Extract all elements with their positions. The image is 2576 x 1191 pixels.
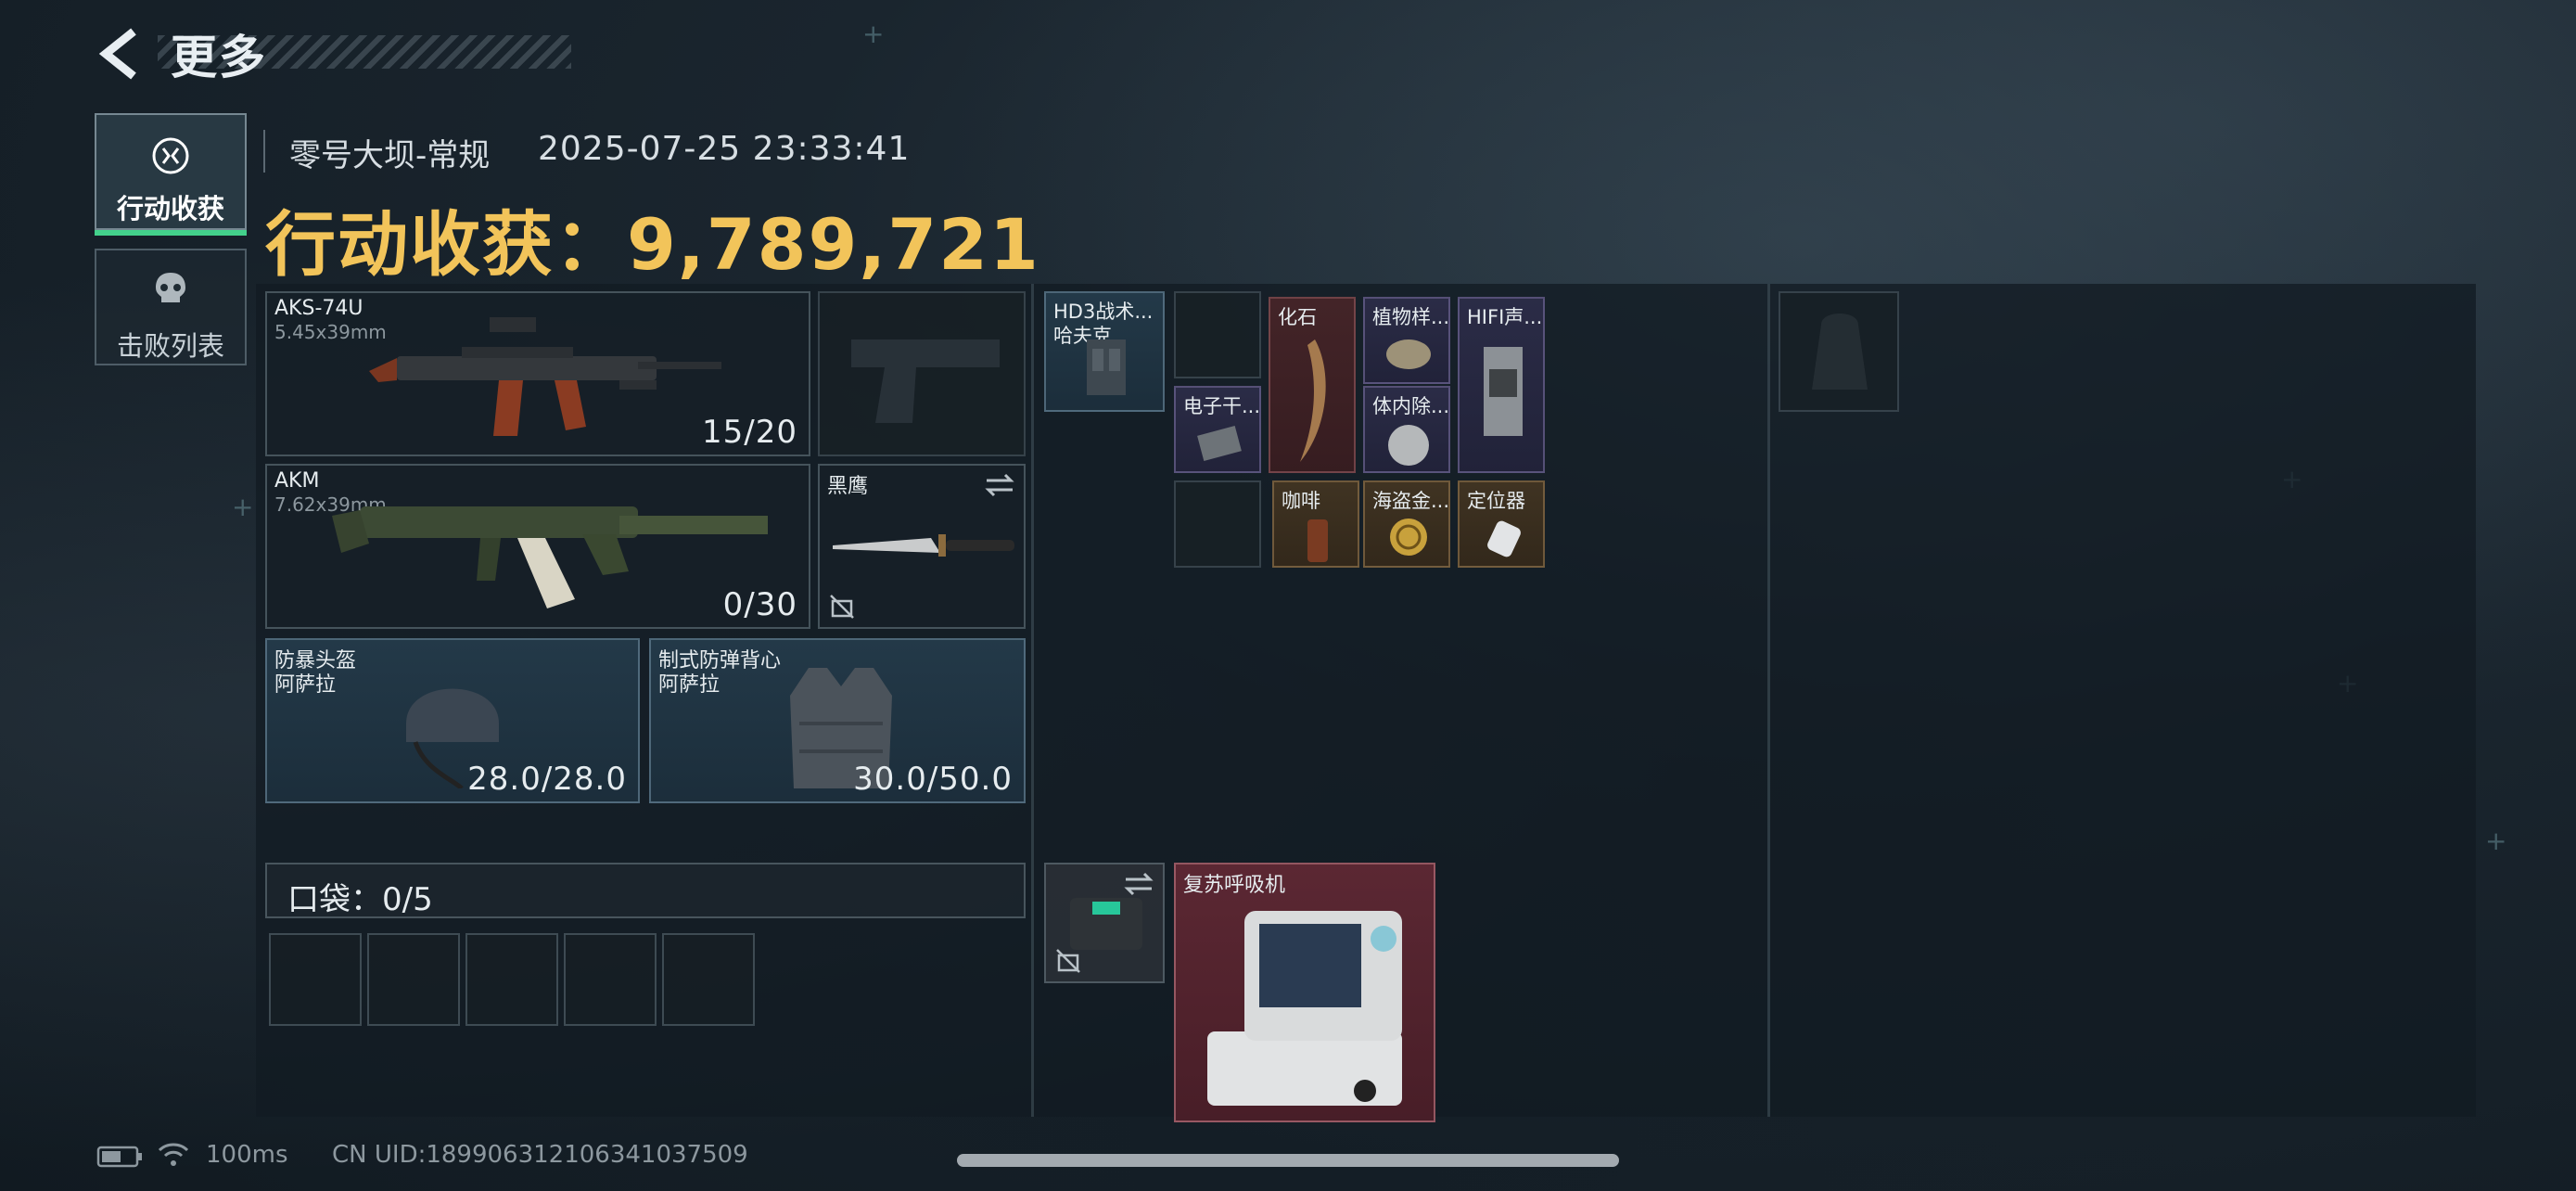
item-name: 定位器 bbox=[1467, 490, 1525, 512]
armor-durability: 28.0/28.0 bbox=[467, 761, 627, 798]
decor-plus: + bbox=[2485, 826, 2507, 856]
tab-active-indicator bbox=[95, 230, 247, 236]
skull-icon bbox=[156, 273, 185, 302]
no-swap-icon bbox=[1056, 949, 1080, 973]
item-name: HIFI声... bbox=[1467, 306, 1543, 328]
rifle-icon bbox=[332, 506, 768, 608]
item-slot[interactable]: 咖啡 bbox=[1272, 480, 1359, 568]
item-slot[interactable]: HIFI声... bbox=[1458, 297, 1545, 473]
chest-rig-slot[interactable]: HD3战术... 哈夫克 bbox=[1044, 291, 1165, 412]
chest-rig-icon bbox=[1087, 339, 1126, 395]
case-item-slot[interactable]: 复苏呼吸机 bbox=[1174, 863, 1435, 1122]
item-name: 咖啡 bbox=[1282, 490, 1320, 512]
item-name: 电子干... bbox=[1183, 395, 1261, 417]
item-slot[interactable]: 电子干... bbox=[1174, 386, 1261, 473]
armor-brand: 阿萨拉 bbox=[274, 673, 337, 697]
ventilator-icon bbox=[1207, 911, 1402, 1106]
pocket-slot[interactable] bbox=[269, 933, 362, 1026]
match-datetime: 2025-07-25 23:33:41 bbox=[538, 130, 911, 168]
ping-readout: 100ms bbox=[206, 1141, 288, 1169]
armor-durability: 30.0/50.0 bbox=[853, 761, 1013, 798]
pocket-header: 口袋：0/5 bbox=[265, 863, 1026, 918]
tab-loot[interactable]: 行动收获 bbox=[95, 113, 247, 236]
hifi-speaker-icon bbox=[1484, 347, 1523, 436]
vest-slot[interactable]: 制式防弹背心 阿萨拉 30.0/50.0 bbox=[649, 638, 1026, 803]
knife-icon bbox=[833, 534, 1014, 557]
item-slot[interactable]: 体内除... bbox=[1363, 386, 1450, 473]
weapon-slot-primary[interactable]: AKS-74U 5.45x39mm 15/20 bbox=[265, 291, 810, 456]
loot-total: 行动收获：9,789,721 bbox=[265, 203, 1040, 286]
info-divider bbox=[263, 130, 265, 173]
weapon-ammo: 0/30 bbox=[722, 586, 797, 623]
wifi-icon bbox=[158, 1143, 189, 1166]
rifle-icon bbox=[369, 317, 721, 436]
pistol-icon bbox=[851, 339, 1000, 423]
item-slot[interactable]: 定位器 bbox=[1458, 480, 1545, 568]
melee-slot[interactable]: 黑鹰 bbox=[818, 464, 1026, 629]
locator-icon bbox=[1487, 520, 1521, 557]
melee-name: 黑鹰 bbox=[827, 475, 869, 498]
pocket-slot[interactable] bbox=[465, 933, 558, 1026]
item-name: 体内除... bbox=[1372, 395, 1450, 417]
backpack-icon bbox=[1812, 314, 1868, 390]
helmet-slot[interactable]: 防暴头盔 阿萨拉 28.0/28.0 bbox=[265, 638, 640, 803]
item-slot[interactable]: 化石 bbox=[1269, 297, 1356, 473]
item-name: 海盗金... bbox=[1372, 490, 1450, 512]
item-name: 化石 bbox=[1278, 306, 1317, 328]
back-arrow-icon[interactable] bbox=[93, 26, 148, 82]
rig-empty-slot[interactable] bbox=[1174, 291, 1261, 378]
decor-plus: + bbox=[862, 19, 885, 49]
page-title: 更多 bbox=[171, 31, 267, 84]
weapon-slot-secondary[interactable]: AKM 7.62x39mm 0/30 bbox=[265, 464, 810, 629]
weapon-ammo: 15/20 bbox=[702, 414, 797, 451]
coffee-icon bbox=[1307, 519, 1328, 562]
user-uid: CN UID:189906312106341037509 bbox=[332, 1141, 748, 1169]
home-indicator[interactable] bbox=[957, 1154, 1619, 1167]
swap-icon[interactable] bbox=[983, 471, 1016, 499]
panel-separator bbox=[1031, 284, 1034, 1117]
item-name: 植物样... bbox=[1372, 306, 1450, 328]
fossil-icon bbox=[1300, 339, 1326, 462]
pocket-slot[interactable] bbox=[662, 933, 755, 1026]
item-slot[interactable]: 植物样... bbox=[1363, 297, 1450, 384]
pocket-label: 口袋：0/5 bbox=[287, 881, 433, 918]
pistol-slot[interactable] bbox=[818, 291, 1026, 456]
pirate-gold-icon bbox=[1390, 519, 1427, 556]
safe-case-slot[interactable] bbox=[1044, 863, 1165, 983]
backpack-slot[interactable] bbox=[1779, 291, 1899, 412]
weapon-name: AKS-74U bbox=[274, 297, 363, 320]
decor-plus: + bbox=[232, 492, 254, 522]
medical-device-icon bbox=[1388, 425, 1429, 466]
electronics-icon bbox=[1197, 426, 1242, 461]
plant-sample-icon bbox=[1386, 339, 1431, 369]
tab-kills[interactable]: 击败列表 bbox=[95, 249, 247, 365]
item-slot[interactable]: 海盗金... bbox=[1363, 480, 1450, 568]
armor-brand: 阿萨拉 bbox=[658, 673, 721, 697]
no-swap-icon bbox=[830, 595, 854, 619]
loot-icon bbox=[152, 137, 189, 174]
pocket-slot[interactable] bbox=[367, 933, 460, 1026]
pocket-slot[interactable] bbox=[564, 933, 657, 1026]
rig-empty-slot[interactable] bbox=[1174, 480, 1261, 568]
battery-icon bbox=[96, 1146, 142, 1168]
panel-separator bbox=[1767, 284, 1770, 1117]
map-name: 零号大坝-常规 bbox=[289, 137, 491, 174]
tab-kills-label: 击败列表 bbox=[116, 330, 224, 362]
tab-loot-label: 行动收获 bbox=[116, 193, 224, 224]
